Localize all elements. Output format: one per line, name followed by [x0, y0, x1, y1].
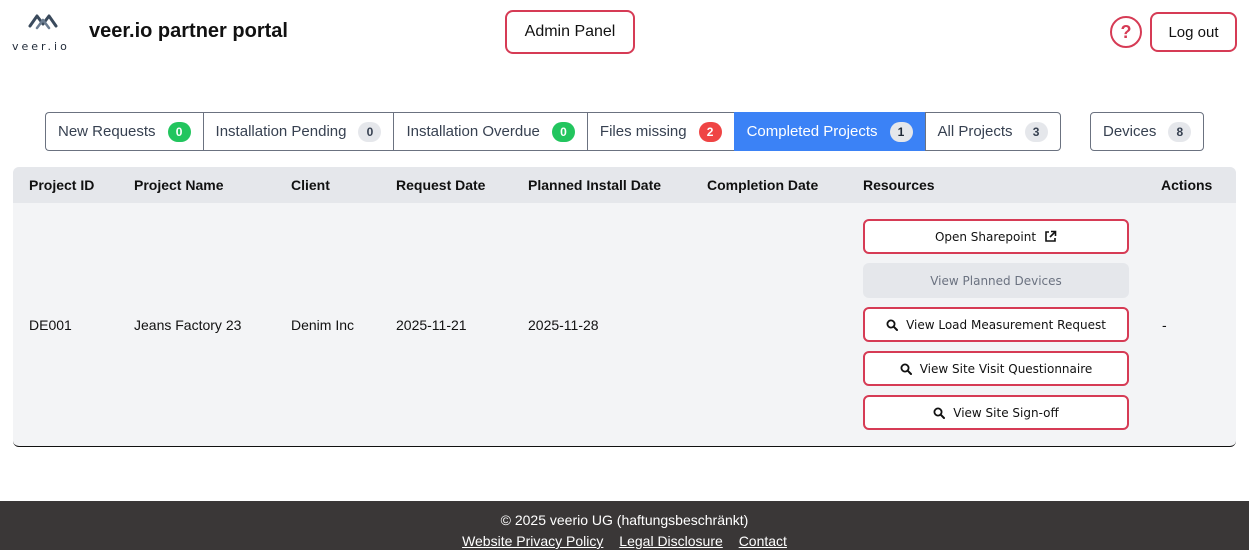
column-header-project-id: Project ID — [29, 177, 95, 193]
projects-table: Project ID Project Name Client Request D… — [13, 167, 1236, 447]
column-header-planned-install-date: Planned Install Date — [528, 177, 662, 193]
tab-label: Completed Projects — [746, 123, 878, 140]
column-header-completion-date: Completion Date — [707, 177, 819, 193]
view-planned-devices-button[interactable]: View Planned Devices — [863, 263, 1129, 298]
search-icon — [900, 363, 912, 375]
tab-count-badge: 0 — [551, 121, 575, 142]
open-sharepoint-label: Open Sharepoint — [934, 229, 1037, 244]
admin-panel-button[interactable]: Admin Panel — [505, 10, 635, 54]
column-header-request-date: Request Date — [396, 177, 486, 193]
external-link-icon — [1045, 230, 1057, 242]
search-icon — [933, 407, 946, 419]
view-load-measurement-label: View Load Measurement Request — [906, 317, 1106, 332]
logout-button[interactable]: Log out — [1150, 12, 1237, 52]
tab-all-projects[interactable]: All Projects 3 — [924, 112, 1061, 151]
contact-link[interactable]: Contact — [739, 533, 787, 549]
tab-count-badge: 2 — [698, 121, 722, 142]
copyright-text: © 2025 veerio UG (haftungsbeschränkt) — [500, 512, 749, 528]
cell-project-name: Jeans Factory 23 — [134, 317, 242, 333]
footer-links: Website Privacy Policy Legal Disclosure … — [0, 533, 1249, 549]
cell-client: Denim Inc — [291, 317, 355, 333]
logo-text: veer.io — [12, 40, 70, 53]
portal-title: veer.io partner portal — [89, 20, 288, 42]
view-site-signoff-button[interactable]: View Site Sign-off — [863, 395, 1129, 430]
tab-label: Installation Overdue — [406, 123, 540, 140]
column-header-resources: Resources — [863, 177, 935, 193]
cell-planned-install-date: 2025-11-28 — [528, 317, 599, 333]
tab-count-badge: 0 — [167, 121, 191, 142]
privacy-policy-link[interactable]: Website Privacy Policy — [462, 533, 603, 549]
tab-completed-projects[interactable]: Completed Projects 1 — [733, 112, 925, 151]
tab-label: New Requests — [58, 123, 156, 140]
tab-count-badge: 8 — [1168, 121, 1192, 142]
cell-actions: - — [1162, 317, 1167, 333]
tab-installation-pending[interactable]: Installation Pending 0 — [202, 112, 394, 151]
open-sharepoint-button[interactable]: Open Sharepoint — [863, 219, 1129, 254]
tab-label: All Projects — [937, 123, 1013, 140]
tab-devices[interactable]: Devices 8 — [1090, 112, 1204, 151]
view-site-visit-label: View Site Visit Questionnaire — [919, 361, 1093, 376]
tab-count-badge: 3 — [1024, 121, 1048, 142]
cell-project-id: DE001 — [29, 317, 72, 333]
cell-request-date: 2025-11-21 — [396, 317, 467, 333]
project-status-tabs: New Requests 0 Installation Pending 0 In… — [45, 112, 1061, 151]
view-site-visit-button[interactable]: View Site Visit Questionnaire — [863, 351, 1129, 386]
tab-count-badge: 0 — [358, 121, 382, 142]
tab-label: Files missing — [599, 123, 687, 140]
search-icon — [886, 319, 899, 331]
tab-count-badge: 1 — [889, 121, 913, 142]
view-planned-devices-label: View Planned Devices — [930, 273, 1062, 288]
column-header-client: Client — [291, 177, 330, 193]
legal-disclosure-link[interactable]: Legal Disclosure — [619, 533, 723, 549]
veerio-logo-icon — [28, 14, 58, 30]
help-button[interactable]: ? — [1110, 16, 1142, 48]
column-header-actions: Actions — [1161, 177, 1213, 193]
tab-files-missing[interactable]: Files missing 2 — [586, 112, 734, 151]
tab-new-requests[interactable]: New Requests 0 — [45, 112, 203, 151]
table-header: Project ID Project Name Client Request D… — [13, 167, 1236, 203]
tab-installation-overdue[interactable]: Installation Overdue 0 — [393, 112, 587, 151]
view-site-signoff-label: View Site Sign-off — [953, 405, 1059, 420]
veerio-logo: veer.io — [10, 10, 80, 56]
tab-label: Devices — [1103, 123, 1157, 140]
footer: © 2025 veerio UG (haftungsbeschränkt) We… — [0, 501, 1249, 550]
column-header-project-name: Project Name — [134, 177, 224, 193]
view-load-measurement-button[interactable]: View Load Measurement Request — [863, 307, 1129, 342]
tab-label: Installation Pending — [215, 123, 347, 140]
